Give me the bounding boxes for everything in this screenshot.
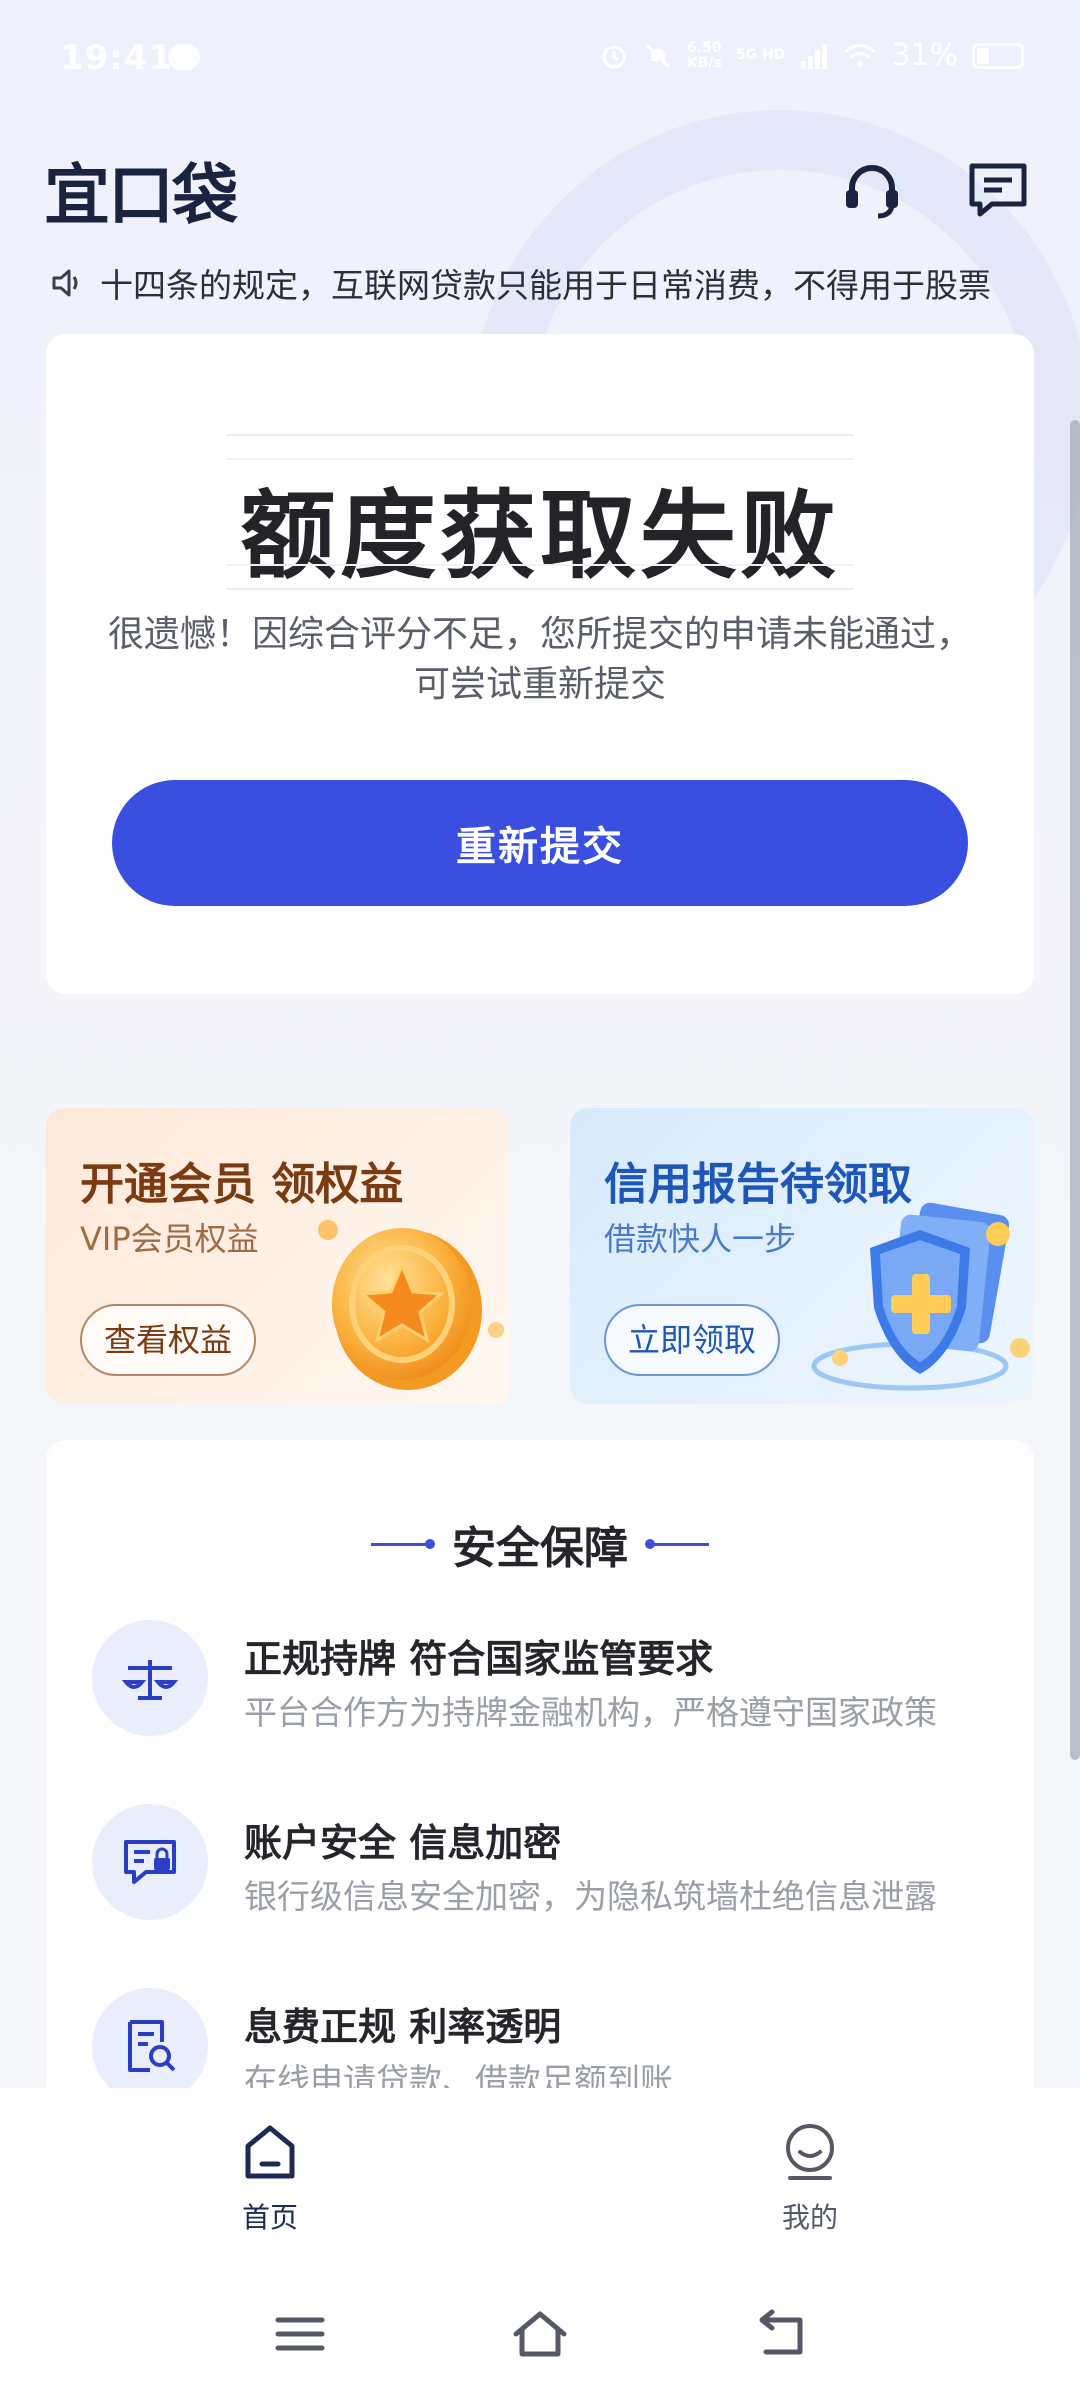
safety-heading: 安全保障 <box>46 1512 1034 1574</box>
status-time: 19:41 <box>60 38 174 78</box>
bottom-nav: 首页 我的 <box>0 2088 1080 2268</box>
nav-home[interactable]: 首页 <box>190 2120 350 2236</box>
mute-icon <box>645 43 670 68</box>
result-title: 额度获取失败 <box>240 480 840 592</box>
system-nav-bar <box>0 2268 1080 2400</box>
gold-coin-icon <box>318 1220 504 1390</box>
profile-icon <box>786 2124 834 2180</box>
document-search-icon-wrap <box>92 1988 208 2104</box>
safety-item-title: 账户安全 信息加密 <box>244 1821 562 1865</box>
safety-item-licensed: 正规持牌 符合国家监管要求 平台合作方为持牌金融机构，严格遵守国家政策 <box>92 1620 992 1740</box>
safety-item-desc: 平台合作方为持牌金融机构，严格遵守国家政策 <box>244 1693 937 1732</box>
nav-home-label: 首页 <box>241 2201 298 2234</box>
claim-now-button[interactable]: 立即领取 <box>604 1304 781 1376</box>
vip-promo-card[interactable]: 开通会员 领权益 VIP会员权益 查看权益 <box>46 1108 510 1404</box>
heading-decoration-left <box>370 1538 435 1549</box>
credit-report-card[interactable]: 信用报告待领取 借款快人一步 立即领取 <box>570 1108 1034 1404</box>
system-home-icon[interactable] <box>510 2308 570 2360</box>
signal-icon <box>801 43 828 69</box>
nav-mine[interactable]: 我的 <box>730 2120 890 2236</box>
safety-item-account: 账户安全 信息加密 银行级信息安全加密，为隐私筑墙杜绝信息泄露 <box>92 1804 992 1924</box>
id-lock-icon-wrap <box>92 1804 208 1920</box>
wifi-icon <box>844 43 877 67</box>
safety-item-desc: 银行级信息安全加密，为隐私筑墙杜绝信息泄露 <box>244 1877 937 1916</box>
view-benefits-button[interactable]: 查看权益 <box>80 1304 257 1376</box>
vip-promo-subtitle: VIP会员权益 <box>80 1220 259 1258</box>
battery-icon <box>972 42 1024 69</box>
battery-percent: 31% <box>891 38 958 73</box>
app-logo: 宜口袋 <box>44 157 238 234</box>
document-search-icon <box>128 2020 176 2072</box>
safety-item-title: 息费正规 利率透明 <box>244 2005 562 2049</box>
scale-icon-wrap <box>92 1620 208 1736</box>
alarm-icon <box>602 45 626 68</box>
speaker-icon <box>52 269 78 297</box>
customer-service-icon[interactable] <box>840 158 904 222</box>
menu-icon[interactable] <box>270 2308 330 2360</box>
result-description: 很遗憾！因综合评分不足，您所提交的申请未能通过，可尝试重新提交 <box>107 614 972 705</box>
nav-mine-label: 我的 <box>781 2201 838 2234</box>
safety-title: 安全保障 <box>452 1523 628 1574</box>
message-icon[interactable] <box>966 158 1030 222</box>
safety-card: 安全保障 正规持牌 符合国家监管要求 平台合作方为持牌金融机构，严格遵守国家政策 <box>46 1440 1034 2140</box>
heading-decoration-right <box>645 1538 710 1549</box>
result-card: 额度获取失败 很遗憾！因综合评分不足，您所提交的申请未能通过，可尝试重新提交 重… <box>46 334 1034 994</box>
chat-notification-icon <box>168 44 200 70</box>
scrollbar[interactable] <box>1070 420 1080 1760</box>
notice-marquee: 十四条的规定，互联网贷款只能用于日常消费，不得用于股票 <box>50 258 1040 308</box>
result-title-frame: 额度获取失败 <box>226 434 854 592</box>
status-bar: 19:41 6.50 KB/s 5G HD 31% <box>0 0 1080 120</box>
home-icon <box>245 2125 295 2179</box>
scale-icon <box>121 1660 179 1700</box>
network-type: 5G HD <box>735 47 786 63</box>
network-speed: 6.50 KB/s <box>686 39 722 71</box>
shield-icon <box>811 1202 1030 1391</box>
credit-promo-subtitle: 借款快人一步 <box>604 1220 797 1258</box>
id-lock-icon <box>124 1840 176 1884</box>
safety-item-title: 正规持牌 符合国家监管要求 <box>244 1637 714 1681</box>
notice-text: 十四条的规定，互联网贷款只能用于日常消费，不得用于股票 <box>100 266 991 305</box>
status-indicators: 6.50 KB/s 5G HD 31% <box>599 38 1024 73</box>
resubmit-button[interactable]: 重新提交 <box>112 780 968 906</box>
back-icon[interactable] <box>750 2308 810 2360</box>
